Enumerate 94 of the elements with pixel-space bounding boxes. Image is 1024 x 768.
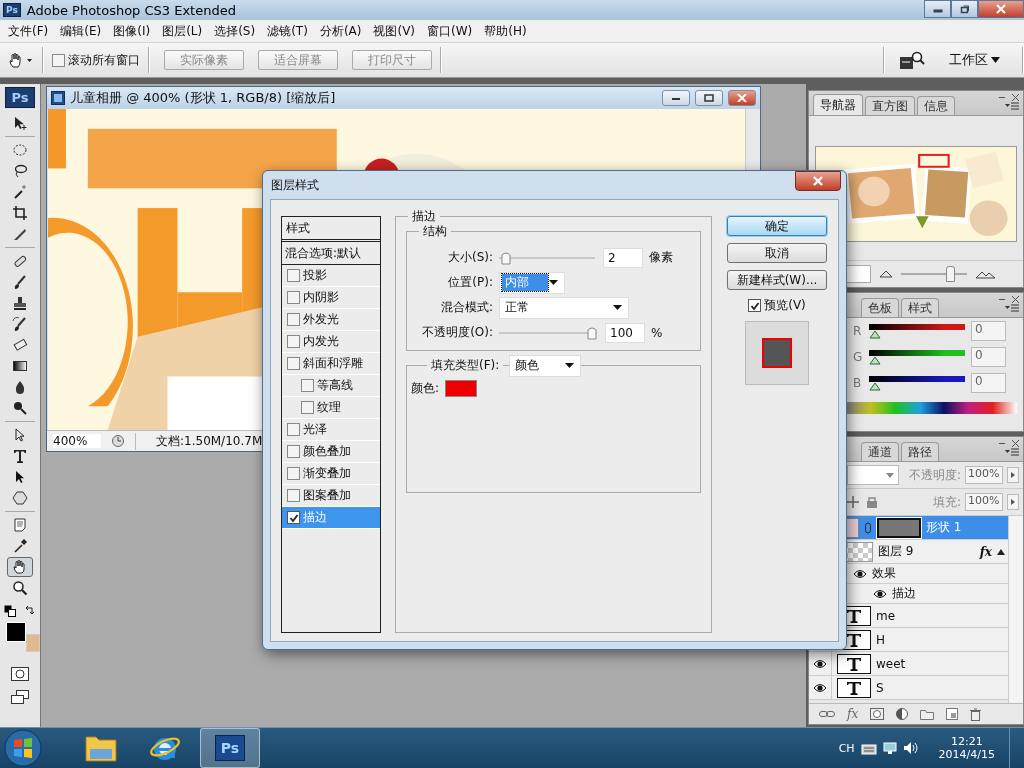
clock-time[interactable]: 12:21 bbox=[950, 735, 983, 748]
fill-type-dropdown[interactable]: 颜色 bbox=[509, 354, 582, 377]
app-logo: Ps bbox=[214, 735, 246, 761]
language-indicator[interactable]: CH bbox=[838, 741, 855, 755]
channel-value-field[interactable]: 0 bbox=[971, 373, 1006, 393]
size-label: 大小(S): bbox=[446, 249, 493, 266]
dialog-title: 图层样式 bbox=[271, 176, 319, 194]
app-logo: Ps bbox=[5, 87, 35, 108]
panel-tab[interactable]: 导航器 bbox=[813, 94, 863, 115]
dialog-button[interactable]: 新建样式(W)... bbox=[727, 270, 827, 290]
unit-label: % bbox=[651, 325, 663, 340]
effect-name: 内阴影 bbox=[303, 289, 339, 306]
list-item[interactable]: 斜面和浮雕 bbox=[282, 353, 380, 375]
menu-item[interactable]: 选择(S) bbox=[208, 21, 262, 41]
panel-tab[interactable]: 通道 bbox=[861, 442, 899, 461]
layer-name: me bbox=[876, 608, 896, 623]
list-item[interactable]: 外发光 bbox=[282, 309, 380, 331]
effect-name: 斜面和浮雕 bbox=[303, 355, 363, 372]
layer-name: weet bbox=[876, 656, 906, 671]
dialog-button[interactable]: 确定 bbox=[727, 216, 827, 236]
layer-name: 图层 9 bbox=[878, 543, 914, 560]
channel-label: G bbox=[853, 350, 863, 364]
effect-name: 纹理 bbox=[317, 399, 341, 416]
menu-item[interactable]: 分析(A) bbox=[313, 21, 368, 41]
opacity-label: 不透明度: bbox=[908, 466, 961, 484]
group-title: 结构 bbox=[419, 223, 451, 240]
layer-row[interactable]: weet bbox=[809, 652, 1009, 676]
fill-type-label: 填充类型(F): bbox=[427, 357, 504, 374]
list-item[interactable]: 混合选项:默认 bbox=[282, 242, 380, 265]
list-item[interactable]: 等高线 bbox=[282, 375, 380, 397]
list-item[interactable]: 纹理 bbox=[282, 397, 380, 419]
fill-field[interactable]: 100% bbox=[965, 493, 1003, 511]
size-field[interactable]: 2 bbox=[603, 247, 643, 268]
position-label: 位置(P): bbox=[447, 274, 493, 291]
panel-tab[interactable]: 样式 bbox=[901, 298, 939, 317]
effect-name: 渐变叠加 bbox=[303, 465, 351, 482]
blend-mode-label: 混合模式: bbox=[439, 299, 493, 316]
panel-tab[interactable]: 直方图 bbox=[865, 96, 915, 115]
effect-name: 颜色叠加 bbox=[303, 443, 351, 460]
checkbox-label: 滚动所有窗口 bbox=[68, 51, 140, 69]
panel-tab[interactable]: 色板 bbox=[861, 298, 899, 317]
list-header[interactable]: 样式 bbox=[282, 217, 380, 242]
channel-value-field[interactable]: 0 bbox=[971, 321, 1006, 341]
panel-tab[interactable]: 信息 bbox=[917, 96, 955, 115]
layer-name: S bbox=[876, 680, 884, 695]
list-item[interactable]: 光泽 bbox=[282, 419, 380, 441]
window-title: Adobe Photoshop CS3 Extended bbox=[26, 2, 236, 18]
menu-item[interactable]: 窗口(W) bbox=[421, 21, 479, 41]
layer-row[interactable]: S bbox=[809, 676, 1009, 700]
checkbox-label: 预览(V) bbox=[764, 297, 806, 314]
dialog-button[interactable]: 取消 bbox=[727, 243, 827, 263]
zoom-field[interactable]: 400% bbox=[53, 434, 101, 448]
list-item[interactable]: 内阴影 bbox=[282, 287, 380, 309]
channel-label: B bbox=[853, 376, 863, 390]
menu-item[interactable]: 图像(I) bbox=[107, 21, 157, 41]
opacity-field[interactable]: 100% bbox=[965, 466, 1003, 484]
clock-date[interactable]: 2014/4/15 bbox=[938, 748, 995, 761]
menu-item[interactable]: 图层(L) bbox=[156, 21, 209, 41]
channel-value-field[interactable]: 0 bbox=[971, 347, 1006, 367]
layer-name: H bbox=[876, 632, 886, 647]
effect-name: 内发光 bbox=[303, 333, 339, 350]
blend-mode-dropdown[interactable]: 正常 bbox=[499, 296, 629, 319]
workspace-menu[interactable]: 工作区 bbox=[939, 51, 1014, 69]
opacity-label: 不透明度(O): bbox=[421, 324, 493, 341]
add-style-button[interactable]: fx bbox=[847, 707, 859, 721]
list-item[interactable]: 渐变叠加 bbox=[282, 463, 380, 485]
fx-label: fx bbox=[979, 544, 992, 559]
menu-item[interactable]: 滤镜(T) bbox=[261, 21, 314, 41]
effect-name: 光泽 bbox=[303, 421, 327, 438]
menu-item[interactable]: 帮助(H) bbox=[478, 21, 533, 41]
effect-label: 描边 bbox=[892, 585, 916, 602]
effect-name: 外发光 bbox=[303, 311, 339, 328]
opacity-field[interactable]: 100 bbox=[605, 322, 645, 343]
taskbar-app[interactable]: Ps bbox=[200, 728, 260, 768]
list-item[interactable]: 内发光 bbox=[282, 331, 380, 353]
menu-item[interactable]: 文件(F) bbox=[2, 21, 55, 41]
menu-item[interactable]: 编辑(E) bbox=[54, 21, 108, 41]
menu-item[interactable]: 视图(V) bbox=[367, 21, 422, 41]
color-label: 颜色: bbox=[411, 380, 440, 397]
panel-tab[interactable]: 路径 bbox=[901, 442, 939, 461]
effect-name: 等高线 bbox=[317, 377, 353, 394]
effect-name: 投影 bbox=[303, 267, 327, 284]
fill-label: 填充: bbox=[932, 493, 961, 511]
layer-name: 形状 1 bbox=[926, 519, 962, 536]
effect-name: 描边 bbox=[303, 509, 327, 526]
app-logo: Ps bbox=[3, 3, 21, 17]
group-title: 描边 bbox=[408, 208, 440, 225]
list-item[interactable]: 投影 bbox=[282, 265, 380, 287]
list-item[interactable]: 颜色叠加 bbox=[282, 441, 380, 463]
unit-label: 像素 bbox=[649, 249, 673, 266]
channel-label: R bbox=[853, 324, 863, 338]
effect-name: 图案叠加 bbox=[303, 487, 351, 504]
document-title: 儿童相册 @ 400% (形状 1, RGB/8) [缩放后] bbox=[70, 89, 336, 107]
effects-label: 效果 bbox=[872, 565, 896, 582]
